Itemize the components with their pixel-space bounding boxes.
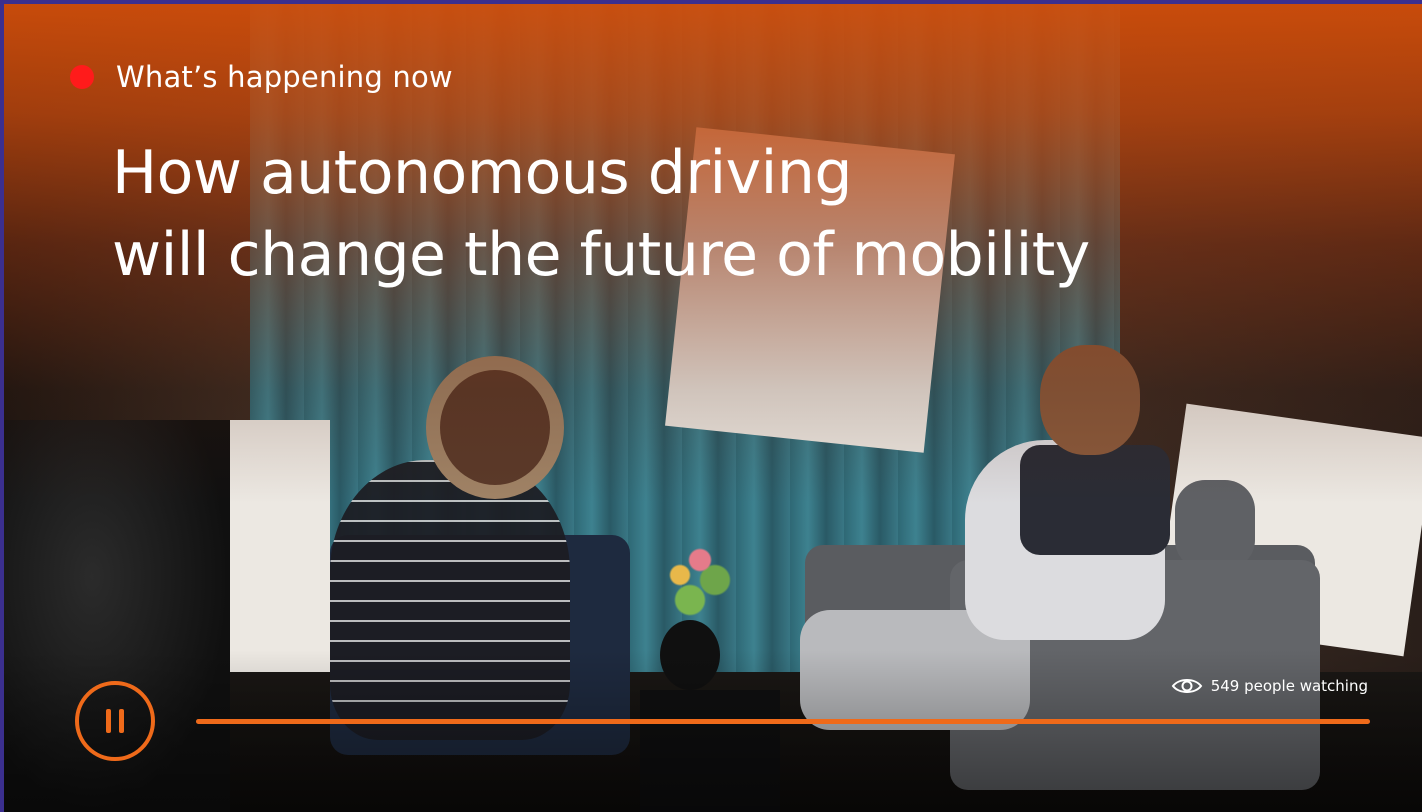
live-status: What’s happening now bbox=[70, 60, 453, 94]
video-title-line-2: will change the future of mobility bbox=[112, 220, 1090, 290]
eye-icon bbox=[1171, 679, 1202, 693]
viewer-count-text: 549 people watching bbox=[1210, 677, 1368, 695]
progress-bar[interactable] bbox=[196, 719, 1370, 724]
live-indicator-icon bbox=[70, 65, 94, 89]
pause-icon bbox=[106, 709, 111, 733]
pause-button[interactable] bbox=[75, 681, 155, 761]
video-player[interactable]: What’s happening now How autonomous driv… bbox=[0, 0, 1422, 812]
video-title: How autonomous driving will change the f… bbox=[112, 132, 1212, 296]
progress-fill bbox=[196, 719, 1370, 724]
live-label: What’s happening now bbox=[116, 60, 453, 94]
viewer-count: 549 people watching bbox=[1171, 676, 1368, 696]
video-title-line-1: How autonomous driving bbox=[112, 138, 852, 208]
pause-icon bbox=[119, 709, 124, 733]
